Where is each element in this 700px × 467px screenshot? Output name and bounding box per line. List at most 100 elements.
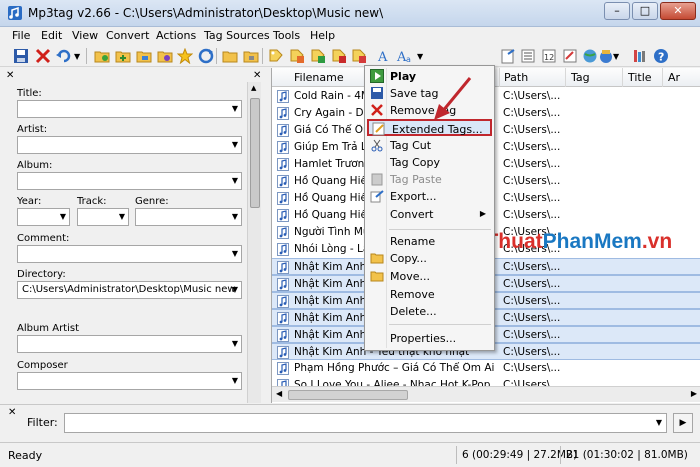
chevron-down-icon[interactable]: ▼ (232, 285, 238, 294)
menu-item-export[interactable]: Export... (367, 188, 492, 205)
album-field[interactable]: ▼ (17, 172, 242, 190)
menu-item-rename[interactable]: Rename (367, 233, 492, 250)
menu-item-label: Tag Copy (390, 156, 441, 169)
menu-item-copy[interactable]: Copy... (367, 250, 492, 267)
minimize-button[interactable]: – (604, 2, 630, 20)
chevron-down-icon[interactable]: ▼ (232, 104, 238, 113)
chevron-down-icon[interactable]: ▼ (232, 140, 238, 149)
directory-value: C:\Users\Administrator\Desktop\Music new (22, 284, 236, 295)
tag-source-dropdown-icon[interactable]: ▼ (613, 52, 629, 68)
favorite-icon[interactable] (157, 48, 173, 64)
menu-item-delete[interactable]: Delete... (367, 303, 492, 320)
filter-close-icon[interactable]: ✕ (8, 407, 16, 418)
tag-source-icon[interactable] (598, 48, 614, 64)
svg-text:a: a (406, 55, 411, 64)
table-row[interactable]: Phạm Hồng Phước – Giá Có Thể Ôm Ai ... C:… (272, 360, 700, 377)
scroll-left-icon[interactable]: ◀ (276, 389, 282, 398)
add-folder-icon[interactable] (115, 48, 131, 64)
menu-item-tag-copy[interactable]: Tag Copy (367, 154, 492, 171)
convert-icon[interactable] (331, 48, 347, 64)
actions-icon[interactable] (351, 48, 367, 64)
scrollbar-thumb[interactable] (288, 390, 408, 400)
menu-help[interactable]: Help (310, 29, 335, 42)
composer-field[interactable]: ▼ (17, 372, 242, 390)
menu-item-label: Remove (390, 288, 435, 301)
numbering-icon[interactable]: 12 (541, 48, 557, 64)
menu-edit[interactable]: Edit (41, 29, 62, 42)
chevron-down-icon[interactable]: ▼ (60, 212, 66, 221)
file-path: C:\Users\... (503, 278, 561, 290)
text-case-icon[interactable]: Aa (396, 48, 412, 64)
file-path: C:\Users\... (503, 158, 561, 170)
scroll-up-icon[interactable]: ▲ (251, 84, 256, 92)
save-icon[interactable] (13, 48, 29, 64)
filter-input[interactable]: ▼ (64, 413, 667, 433)
chevron-down-icon[interactable]: ▼ (232, 176, 238, 185)
playlist-icon[interactable] (136, 48, 152, 64)
column-title[interactable]: Title (628, 71, 652, 84)
directory-field[interactable]: C:\Users\Administrator\Desktop\Music new… (17, 281, 242, 299)
chevron-down-icon[interactable]: ▼ (232, 249, 238, 258)
menu-view[interactable]: View (72, 29, 98, 42)
menu-item-tag-cut[interactable]: Tag Cut (367, 137, 492, 154)
menu-item-remove[interactable]: Remove (367, 286, 492, 303)
export-icon[interactable] (500, 48, 516, 64)
chevron-down-icon[interactable]: ▼ (232, 339, 238, 348)
filter-label: Filter: (27, 416, 58, 429)
scroll-right-icon[interactable]: ▶ (691, 389, 697, 398)
paste-icon (370, 172, 384, 186)
star-icon[interactable] (177, 48, 193, 64)
menu-file[interactable]: File (12, 29, 30, 42)
chevron-down-icon[interactable]: ▼ (232, 212, 238, 221)
menu-convert[interactable]: Convert (106, 29, 150, 42)
column-path[interactable]: Path (504, 71, 528, 84)
wrench-icon[interactable] (631, 48, 647, 64)
lock-icon[interactable] (243, 48, 259, 64)
menu-actions[interactable]: Actions (156, 29, 196, 42)
open-folder-icon[interactable] (94, 48, 110, 64)
chevron-down-icon[interactable]: ▼ (656, 418, 662, 427)
column-artist[interactable]: Ar (668, 71, 680, 84)
genre-field[interactable]: ▼ (135, 208, 242, 226)
rewrite-icon[interactable] (562, 48, 578, 64)
refresh-icon[interactable] (198, 48, 214, 64)
web-icon[interactable] (582, 48, 598, 64)
panel-close-icon-right[interactable]: ✕ (253, 70, 261, 81)
maximize-button[interactable]: □ (632, 2, 658, 20)
copy-folder-icon (370, 251, 384, 265)
title-field[interactable]: ▼ (17, 100, 242, 118)
album-artist-field[interactable]: ▼ (17, 335, 242, 353)
text-icon[interactable]: A (375, 48, 391, 64)
chevron-down-icon[interactable]: ▼ (119, 212, 125, 221)
filename-icon[interactable] (289, 48, 305, 64)
filter-go-button[interactable]: ▶ (673, 413, 693, 433)
tag-panel-scrollbar[interactable]: ▲ (247, 82, 261, 403)
play-icon (370, 69, 384, 83)
menu-item-convert[interactable]: Convert ▶ (367, 206, 492, 223)
copy-icon[interactable] (222, 48, 238, 64)
rename-icon[interactable] (310, 48, 326, 64)
dropdown-icon[interactable]: ▼ (74, 52, 90, 68)
comment-field[interactable]: ▼ (17, 245, 242, 263)
menu-item-label: Rename (390, 235, 436, 248)
menu-tools[interactable]: Tools (273, 29, 300, 42)
help-icon[interactable]: ? (653, 48, 669, 64)
undo-icon[interactable] (56, 48, 72, 64)
list-icon[interactable] (520, 48, 536, 64)
column-tag[interactable]: Tag (571, 71, 590, 84)
tag-icon[interactable] (268, 48, 284, 64)
close-button[interactable]: ✕ (660, 2, 696, 20)
menu-tag-sources[interactable]: Tag Sources (204, 29, 270, 42)
remove-icon[interactable] (35, 48, 51, 64)
artist-field[interactable]: ▼ (17, 136, 242, 154)
track-field[interactable]: ▼ (77, 208, 129, 226)
menu-item-properties[interactable]: Properties... (367, 330, 492, 347)
menu-item-move[interactable]: Move... (367, 268, 492, 285)
year-field[interactable]: ▼ (17, 208, 70, 226)
panel-close-icon[interactable]: ✕ (6, 70, 14, 81)
horizontal-scrollbar[interactable]: ◀ ▶ (272, 386, 700, 402)
menu-separator (389, 324, 491, 325)
column-filename[interactable]: Filename (294, 71, 344, 84)
chevron-down-icon[interactable]: ▼ (232, 376, 238, 385)
scrollbar-thumb[interactable] (250, 98, 260, 208)
